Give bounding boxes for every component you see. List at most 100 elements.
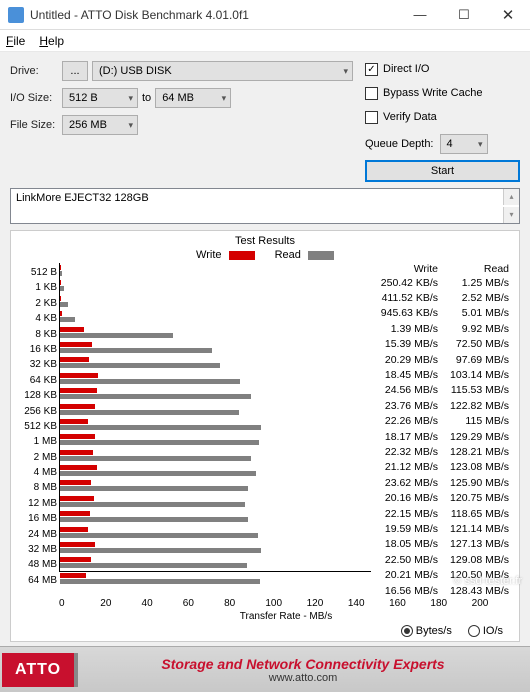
read-value: 2.52 MB/s	[442, 292, 513, 304]
menu-help[interactable]: Help	[39, 34, 64, 48]
read-value: 97.69 MB/s	[442, 354, 513, 366]
write-value: 20.29 MB/s	[371, 354, 442, 366]
write-bar	[60, 296, 61, 301]
bar-row	[60, 355, 371, 370]
bypass-cache-label: Bypass Write Cache	[383, 87, 482, 99]
drive-value: (D:) USB DISK	[99, 65, 172, 77]
bar-row	[60, 432, 371, 447]
write-value: 20.21 MB/s	[371, 569, 442, 581]
write-value: 18.17 MB/s	[371, 431, 442, 443]
write-bar	[60, 450, 93, 455]
x-tick: 20	[100, 598, 141, 609]
bar-row	[60, 494, 371, 509]
col-write: Write	[371, 263, 442, 275]
values-table: WriteRead 250.42 KB/s1.25 MB/s411.52 KB/…	[371, 263, 513, 598]
start-button[interactable]: Start	[365, 160, 520, 182]
bar-row	[60, 309, 371, 324]
y-tick: 512 B	[17, 265, 57, 280]
bar-row	[60, 509, 371, 524]
x-tick: 60	[183, 598, 224, 609]
legend-read-label: Read	[275, 249, 301, 261]
footer-url: www.atto.com	[78, 672, 528, 684]
chevron-down-icon: ▾	[128, 120, 133, 131]
value-row: 945.63 KB/s5.01 MB/s	[371, 306, 513, 321]
bar-row	[60, 263, 371, 278]
watermark: © ssd-tester.fr	[453, 575, 522, 587]
drive-browse-button[interactable]: ...	[62, 61, 88, 81]
read-value: 118.65 MB/s	[442, 508, 513, 520]
file-size-select[interactable]: 256 MB▾	[62, 115, 138, 135]
read-value: 120.75 MB/s	[442, 492, 513, 504]
x-tick: 160	[389, 598, 430, 609]
verify-data-checkbox[interactable]: Verify Data	[365, 108, 520, 126]
io-to-value: 64 MB	[162, 92, 194, 104]
read-bar	[60, 317, 75, 322]
device-textarea[interactable]: LinkMore EJECT32 128GB ▴ ▾	[10, 188, 520, 224]
x-tick: 140	[348, 598, 389, 609]
write-bar	[60, 342, 92, 347]
value-row: 18.05 MB/s127.13 MB/s	[371, 537, 513, 552]
bytes-radio[interactable]: Bytes/s	[401, 625, 452, 637]
close-button[interactable]: ✕	[486, 0, 530, 30]
y-tick: 4 MB	[17, 465, 57, 480]
write-bar	[60, 357, 89, 362]
read-bar	[60, 471, 256, 476]
chart-legend: Write Read	[17, 249, 513, 261]
read-bar	[60, 533, 258, 538]
menu-file[interactable]: File	[6, 34, 25, 48]
x-tick: 100	[265, 598, 306, 609]
bar-row	[60, 294, 371, 309]
bar-row	[60, 340, 371, 355]
queue-depth-label: Queue Depth:	[365, 138, 434, 150]
ios-radio[interactable]: IO/s	[468, 625, 503, 637]
write-bar	[60, 527, 88, 532]
scroll-up-icon[interactable]: ▴	[503, 189, 519, 205]
legend-read-swatch	[308, 251, 334, 260]
value-row: 20.16 MB/s120.75 MB/s	[371, 490, 513, 505]
write-value: 18.05 MB/s	[371, 538, 442, 550]
io-to-select[interactable]: 64 MB ▾	[155, 88, 231, 108]
queue-depth-select[interactable]: 4▾	[440, 134, 488, 154]
y-tick: 1 MB	[17, 434, 57, 449]
checkbox-checked-icon: ✓	[365, 63, 378, 76]
drive-select[interactable]: (D:) USB DISK▾	[92, 61, 353, 81]
write-value: 23.76 MB/s	[371, 400, 442, 412]
read-bar	[60, 302, 68, 307]
read-value: 115.53 MB/s	[442, 384, 513, 396]
value-row: 411.52 KB/s2.52 MB/s	[371, 290, 513, 305]
read-value: 127.13 MB/s	[442, 538, 513, 550]
ios-label: IO/s	[483, 625, 503, 637]
direct-io-checkbox[interactable]: ✓Direct I/O	[365, 60, 520, 78]
chevron-down-icon: ▾	[128, 93, 133, 104]
write-bar	[60, 480, 91, 485]
value-row: 18.45 MB/s103.14 MB/s	[371, 367, 513, 382]
io-from-value: 512 B	[69, 92, 98, 104]
verify-data-label: Verify Data	[383, 111, 437, 123]
read-bar	[60, 410, 239, 415]
bar-row	[60, 571, 371, 586]
results-panel: Test Results Write Read 512 B1 KB2 KB4 K…	[10, 230, 520, 642]
scroll-down-icon[interactable]: ▾	[503, 207, 519, 223]
write-bar	[60, 465, 97, 470]
bar-row	[60, 478, 371, 493]
read-bar	[60, 363, 220, 368]
minimize-button[interactable]: —	[398, 0, 442, 30]
bypass-cache-checkbox[interactable]: Bypass Write Cache	[365, 84, 520, 102]
read-bar	[60, 286, 64, 291]
chevron-down-icon: ▾	[222, 93, 227, 104]
results-title: Test Results	[17, 235, 513, 247]
io-from-select[interactable]: 512 B ▾	[62, 88, 138, 108]
write-bar	[60, 280, 61, 285]
read-bar	[60, 548, 261, 553]
queue-depth-value: 4	[447, 138, 453, 150]
value-row: 22.32 MB/s128.21 MB/s	[371, 444, 513, 459]
y-tick: 2 MB	[17, 450, 57, 465]
read-value: 129.08 MB/s	[442, 554, 513, 566]
write-value: 945.63 KB/s	[371, 307, 442, 319]
write-value: 15.39 MB/s	[371, 338, 442, 350]
maximize-button[interactable]: ☐	[442, 0, 486, 30]
write-value: 22.32 MB/s	[371, 446, 442, 458]
read-value: 125.90 MB/s	[442, 477, 513, 489]
titlebar: Untitled - ATTO Disk Benchmark 4.01.0f1 …	[0, 0, 530, 30]
bar-row	[60, 525, 371, 540]
